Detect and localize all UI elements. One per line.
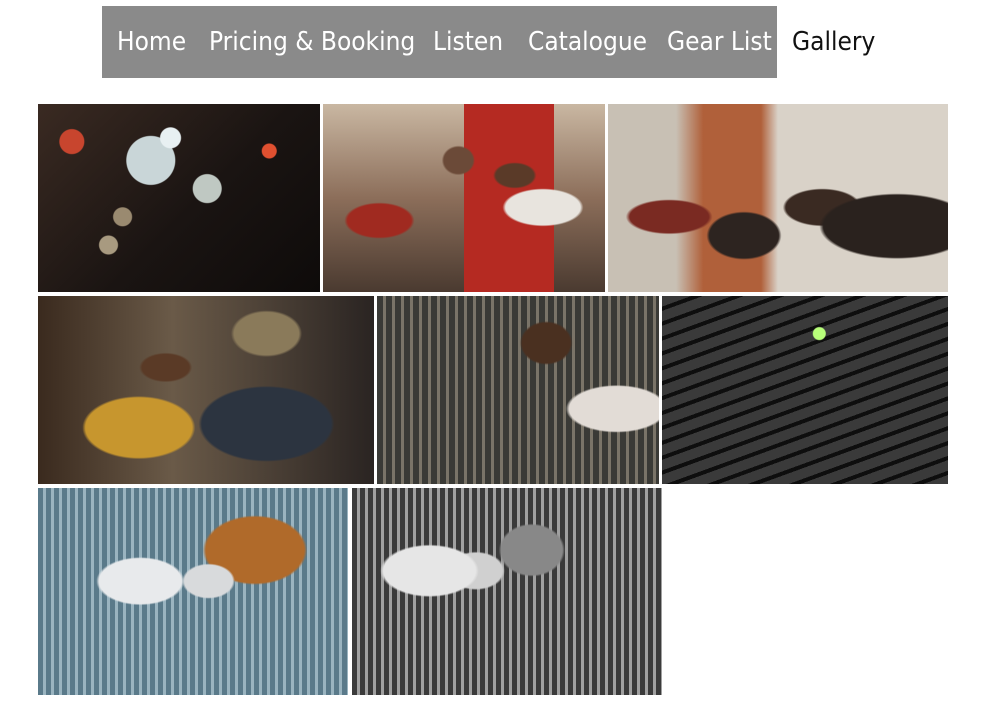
- nav-listen[interactable]: Listen: [433, 6, 503, 78]
- gallery-photo-conversation[interactable]: [38, 296, 374, 484]
- gallery-photo-console[interactable]: [377, 296, 659, 484]
- nav-gallery[interactable]: Gallery: [792, 6, 875, 78]
- nav-gear-list[interactable]: Gear List: [667, 6, 772, 78]
- gallery-photo-group[interactable]: [323, 104, 605, 292]
- gallery-photo-lounge[interactable]: [608, 104, 948, 292]
- gallery-photo-patchbay[interactable]: [662, 296, 948, 484]
- gallery-photo-engineers-color[interactable]: [38, 488, 348, 695]
- nav-catalogue[interactable]: Catalogue: [528, 6, 647, 78]
- nav-home[interactable]: Home: [117, 6, 186, 78]
- gallery-photo-engineers-bw[interactable]: [352, 488, 662, 695]
- gallery-photo-gear[interactable]: [38, 104, 320, 292]
- nav-pricing-booking[interactable]: Pricing & Booking: [209, 6, 415, 78]
